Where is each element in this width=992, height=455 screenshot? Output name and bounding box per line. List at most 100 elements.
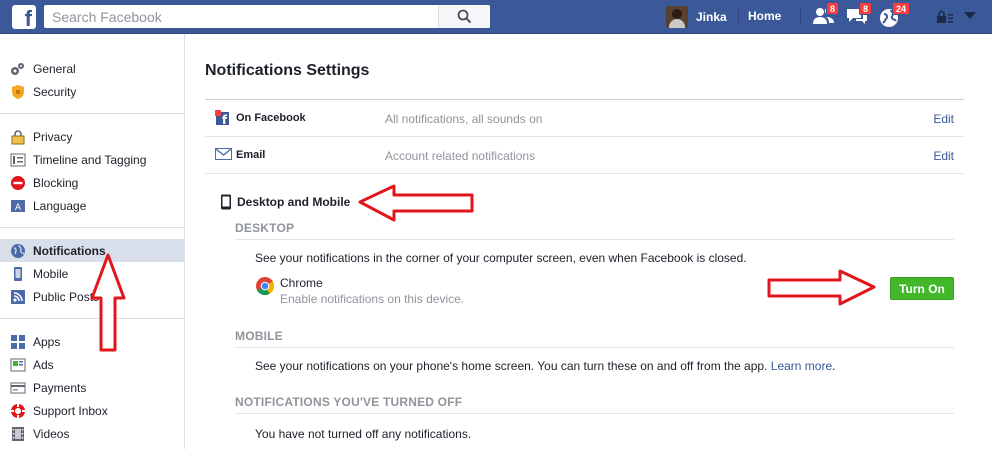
on-facebook-description: All notifications, all sounds on [385,112,543,126]
nav-divider [738,9,739,25]
desktop-mobile-heading: Desktop and Mobile [220,194,350,210]
gears-icon [10,61,26,77]
turned-off-subheading: NOTIFICATIONS YOU'VE TURNED OFF [235,395,463,409]
language-icon: A [10,198,26,214]
sidebar-item-label: Payments [33,380,87,395]
lock-icon [10,129,26,145]
facebook-logo[interactable]: f [12,5,36,29]
mobile-icon [10,266,26,282]
desktop-subheading: DESKTOP [235,221,295,235]
mobile-subheading: MOBILE [235,329,283,343]
sidebar-item-timeline[interactable]: Timeline and Tagging [0,148,184,171]
sidebar-item-videos[interactable]: Videos [0,422,184,445]
messages-badge: 8 [859,2,873,15]
phone-icon [221,194,231,210]
block-icon [10,175,26,191]
sidebar-item-label: Security [33,84,77,99]
page-title: Notifications Settings [205,62,370,79]
globe-icon [10,243,26,259]
friend-requests-badge: 8 [826,2,840,15]
chrome-icon [256,277,274,296]
sidebar-item-label: Public Posts [33,289,100,304]
card-icon [10,380,26,396]
top-bar: f Jinka Home 8 8 24 [0,0,992,34]
nav-divider [800,9,801,25]
turned-off-description: You have not turned off any notification… [255,427,472,441]
annotation-arrow-left [358,184,474,222]
sidebar-item-label: Videos [33,426,70,441]
sidebar-item-privacy[interactable]: Privacy [0,125,184,148]
sidebar-item-label: Support Inbox [33,403,108,418]
on-facebook-row[interactable]: f On Facebook All notifications, all sou… [205,100,964,137]
avatar [666,6,688,28]
mobile-description: See your notifications on your phone's h… [255,359,835,373]
sidebar-item-notifications[interactable]: Notifications [0,239,184,262]
sidebar-item-apps[interactable]: Apps [0,330,184,353]
sidebar-item-label: General [33,61,76,76]
chrome-description: Enable notifications on this device. [280,292,465,306]
mobile-description-text: See your notifications on your phone's h… [255,359,768,373]
annotation-arrow-right [767,269,876,306]
rss-icon [10,289,26,305]
email-description: Account related notifications [385,149,536,163]
on-facebook-edit-link[interactable]: Edit [933,112,954,126]
email-edit-link[interactable]: Edit [933,149,954,163]
sidebar-group: Apps Ads Payments Support Inbox Videos [0,319,184,455]
sidebar-item-mobile[interactable]: Mobile [0,262,184,285]
divider [235,347,954,348]
sidebar-item-label: Timeline and Tagging [33,152,147,167]
sidebar-item-payments[interactable]: Payments [0,376,184,399]
sidebar-item-public-posts[interactable]: Public Posts [0,285,184,308]
messages-button[interactable]: 8 [845,2,873,29]
sidebar-item-security[interactable]: Security [0,80,184,103]
turn-on-button[interactable]: Turn On [890,277,954,300]
privacy-shortcuts-icon[interactable] [936,10,954,24]
sidebar-item-language[interactable]: A Language [0,194,184,217]
sidebar-item-label: Privacy [33,129,73,144]
sidebar-item-blocking[interactable]: Blocking [0,171,184,194]
email-row[interactable]: Email Account related notifications Edit [205,137,964,174]
on-facebook-label: On Facebook [236,112,306,124]
email-label: Email [236,149,266,161]
notifications-badge: 24 [892,2,911,15]
sidebar-group: Notifications Mobile Public Posts [0,228,184,319]
notifications-button[interactable]: 24 [878,2,911,29]
facebook-square-icon: f [215,110,229,126]
search-box [44,5,490,28]
svg-text:A: A [15,203,22,213]
profile-link[interactable]: Jinka [666,4,727,30]
sidebar-item-label: Apps [33,334,61,349]
sidebar-item-support-inbox[interactable]: Support Inbox [0,399,184,422]
home-link[interactable]: Home [748,9,781,23]
user-name: Jinka [696,10,727,24]
chrome-browser-name: Chrome [280,276,323,290]
shield-icon [10,84,26,100]
sidebar-item-label: Notifications [33,243,106,258]
search-button[interactable] [438,5,490,28]
settings-sidebar: General Security Privacy Timeline and Ta… [0,34,185,449]
desktop-description: See your notifications in the corner of … [255,251,747,265]
apps-icon [10,334,26,350]
sidebar-item-label: Language [33,198,87,213]
sidebar-group: General Security [0,34,184,114]
timeline-icon [10,152,26,168]
lifebuoy-icon [10,403,26,419]
film-icon [10,426,26,442]
divider [235,413,954,414]
ads-icon [10,357,26,373]
sidebar-item-label: Mobile [33,266,69,281]
search-input[interactable] [44,5,444,28]
friend-requests-button[interactable]: 8 [812,2,840,29]
period: . [832,359,836,373]
divider [235,239,954,240]
envelope-icon [215,148,232,160]
account-menu-caret-icon[interactable] [964,12,976,20]
sidebar-group: Privacy Timeline and Tagging Blocking A … [0,114,184,228]
desktop-mobile-title: Desktop and Mobile [237,195,351,209]
sidebar-item-label: Blocking [33,175,79,190]
sidebar-item-general[interactable]: General [0,57,184,80]
sidebar-item-label: Ads [33,357,54,372]
learn-more-link[interactable]: Learn more [771,359,832,373]
svg-text:f: f [222,113,228,126]
sidebar-item-ads[interactable]: Ads [0,353,184,376]
